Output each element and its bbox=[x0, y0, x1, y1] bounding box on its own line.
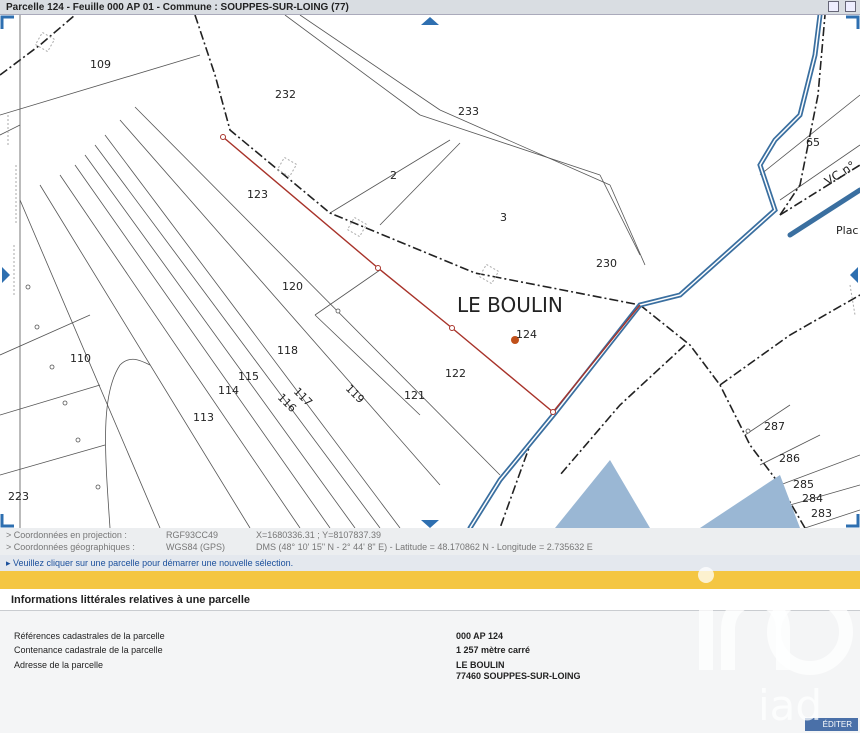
parcel-label: 115 bbox=[238, 370, 259, 383]
edit-button[interactable]: ÉDITER bbox=[804, 718, 858, 731]
parcel-label: 223 bbox=[8, 490, 29, 503]
area-value: 1 257 mètre carré bbox=[456, 645, 531, 655]
road-label: VC n° bbox=[822, 158, 858, 188]
parcel-label: 2 bbox=[390, 169, 397, 182]
address-line2: 77460 SOUPPES-SUR-LOING bbox=[456, 671, 581, 681]
pan-down-arrow[interactable] bbox=[421, 520, 439, 528]
restore-button[interactable] bbox=[828, 1, 840, 12]
parcel-label: 284 bbox=[802, 492, 823, 505]
parcel-label: 120 bbox=[282, 280, 303, 293]
close-button[interactable] bbox=[845, 1, 856, 12]
ref-value: 000 AP 124 bbox=[456, 631, 504, 641]
parcel-label: 110 bbox=[70, 352, 91, 365]
pan-left-arrow[interactable] bbox=[2, 267, 10, 283]
locality-label: LE BOULIN bbox=[457, 293, 563, 317]
parcel-label: 123 bbox=[247, 188, 268, 201]
pan-right-arrow[interactable] bbox=[850, 267, 858, 283]
geo-label: > Coordonnées géographiques : bbox=[6, 542, 135, 552]
frame-corners bbox=[0, 15, 860, 528]
coordinates-bar: > Coordonnées en projection : RGF93CC49 … bbox=[0, 528, 860, 555]
parcel-label: 232 bbox=[275, 88, 296, 101]
parcel-label: 124 bbox=[516, 328, 537, 341]
parcel-label: Plac bbox=[836, 224, 858, 237]
water-area bbox=[555, 460, 650, 528]
panel-title: Informations littérales relatives à une … bbox=[0, 589, 860, 611]
ref-label: Références cadastrales de la parcelle bbox=[14, 631, 165, 641]
parcel-label: 233 bbox=[458, 105, 479, 118]
pan-up-arrow[interactable] bbox=[421, 17, 439, 25]
parcel-label: 285 bbox=[793, 478, 814, 491]
projection-value: X=1680336.31 ; Y=8107837.39 bbox=[256, 530, 381, 540]
parcel-label: 114 bbox=[218, 384, 239, 397]
parcel-label: 230 bbox=[596, 257, 617, 270]
selection-hint: ▸ Veuillez cliquer sur une parcelle pour… bbox=[0, 555, 860, 571]
parcel-label: 119 bbox=[343, 382, 367, 406]
projection-label: > Coordonnées en projection : bbox=[6, 530, 127, 540]
parcel-label: 287 bbox=[764, 420, 785, 433]
parcel-label: 109 bbox=[90, 58, 111, 71]
projection-system: RGF93CC49 bbox=[166, 530, 219, 540]
window-title: Parcelle 124 - Feuille 000 AP 01 - Commu… bbox=[6, 2, 349, 13]
cadastral-map[interactable]: 109 232 233 65 2 3 123 230 120 124 118 1… bbox=[0, 15, 860, 528]
pan-arrows[interactable] bbox=[2, 17, 858, 528]
parcel-label: 3 bbox=[500, 211, 507, 224]
address-label: Adresse de la parcelle bbox=[14, 660, 104, 670]
geo-value: DMS (48° 10' 15" N - 2° 44' 8" E) - Lati… bbox=[256, 542, 593, 552]
parcel-info-panel: Informations littérales relatives à une … bbox=[0, 589, 860, 733]
parcel-label: 65 bbox=[806, 136, 820, 149]
parcel-label: 283 bbox=[811, 507, 832, 520]
parcel-lines bbox=[0, 15, 860, 528]
parcel-labels: 109 232 233 65 2 3 123 230 120 124 118 1… bbox=[8, 58, 858, 520]
window-buttons bbox=[825, 1, 856, 14]
parcel-label: 122 bbox=[445, 367, 466, 380]
parcel-label: 286 bbox=[779, 452, 800, 465]
area-label: Contenance cadastrale de la parcelle bbox=[14, 645, 163, 655]
parcel-label: 121 bbox=[404, 389, 425, 402]
road-boundary bbox=[467, 15, 860, 528]
geo-system: WGS84 (GPS) bbox=[166, 542, 226, 552]
address-value: LE BOULIN bbox=[456, 660, 505, 670]
boundary-vertices bbox=[25, 284, 751, 490]
selected-parcel-outline bbox=[222, 136, 641, 413]
section-boundaries bbox=[0, 15, 860, 528]
parcel-label: 113 bbox=[193, 411, 214, 424]
window-title-bar: Parcelle 124 - Feuille 000 AP 01 - Commu… bbox=[0, 0, 860, 15]
parcel-label: 118 bbox=[277, 344, 298, 357]
